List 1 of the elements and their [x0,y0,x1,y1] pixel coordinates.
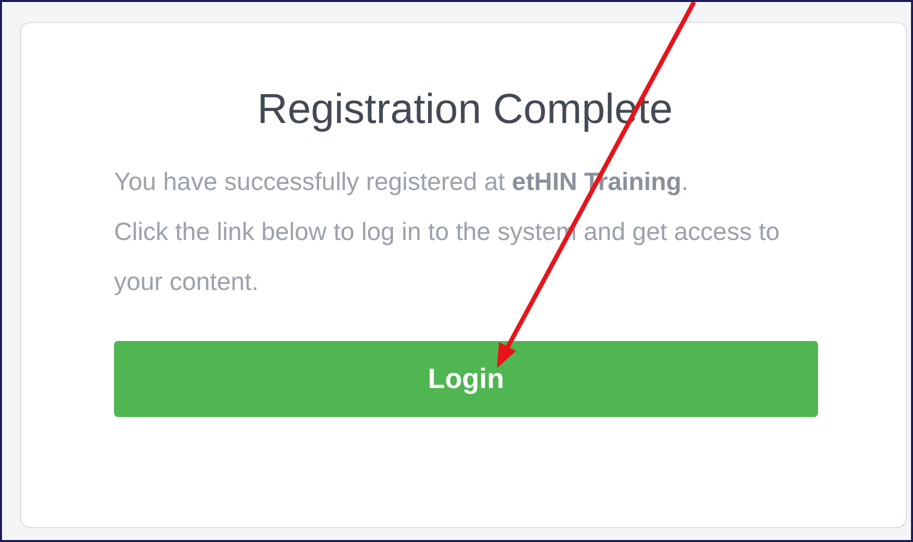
login-button[interactable]: Login [114,341,818,417]
